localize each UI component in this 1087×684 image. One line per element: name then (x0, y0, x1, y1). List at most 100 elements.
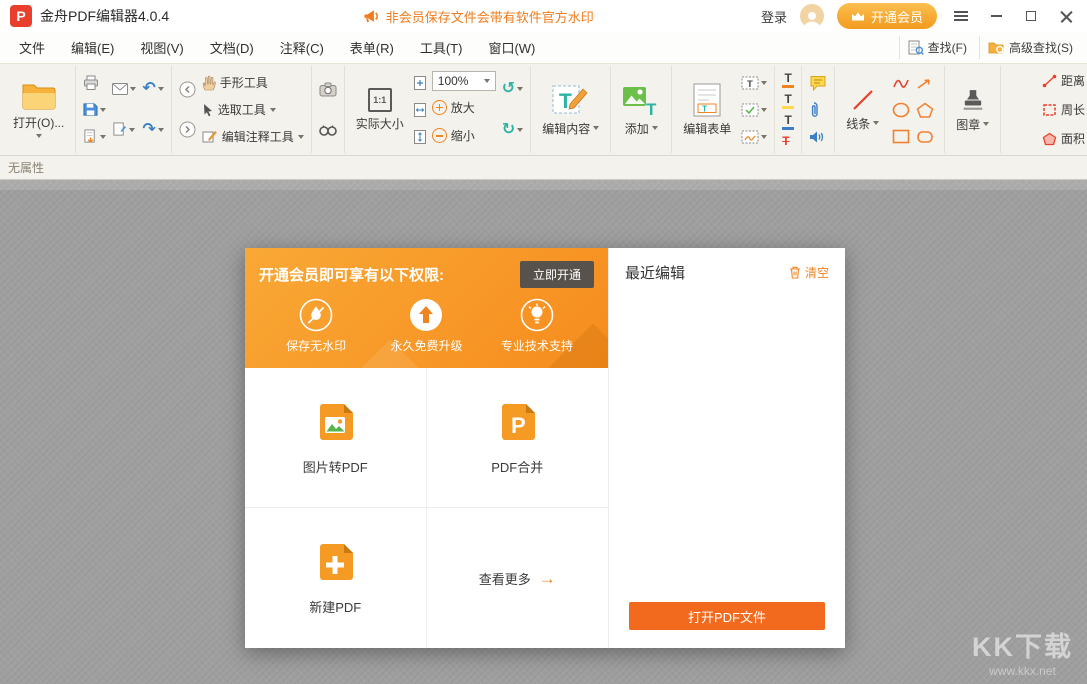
previous-view-button[interactable] (179, 78, 196, 100)
search-document-button[interactable] (319, 119, 337, 141)
paperclip-icon (809, 101, 819, 119)
image-to-pdf-button[interactable]: 图片转PDF (245, 368, 427, 508)
pdf-merge-icon: P (495, 400, 539, 444)
attachment-button[interactable] (809, 99, 819, 121)
toolbar-group-stamp: 图章 (945, 66, 1001, 153)
save-caret-icon (100, 108, 106, 112)
measure-distance-button[interactable]: 距离 (1042, 69, 1085, 92)
form-text-field-button[interactable]: T (741, 72, 767, 94)
rotate-right-button[interactable]: ↻ (502, 119, 523, 141)
open-button[interactable]: 打开(O)... (9, 69, 68, 150)
maximize-button[interactable] (1020, 5, 1042, 27)
next-view-button[interactable] (179, 119, 196, 141)
arrow-right-icon: → (539, 570, 556, 587)
audio-comment-button[interactable] (809, 126, 825, 148)
measure-perimeter-button[interactable]: 周长 (1042, 98, 1085, 121)
new-pdf-button[interactable]: 新建PDF (245, 508, 427, 648)
pdf-merge-button[interactable]: P PDF合并 (427, 368, 609, 508)
vip-button-label: 开通会员 (871, 7, 923, 26)
login-link[interactable]: 登录 (761, 7, 787, 26)
underline-button[interactable]: T (782, 114, 794, 130)
clear-recent-button[interactable]: 清空 (789, 264, 829, 281)
menu-document[interactable]: 文档(D) (197, 38, 267, 57)
rotate-left-button[interactable]: ↺ (502, 78, 523, 100)
open-pdf-file-button[interactable]: 打开PDF文件 (629, 602, 825, 630)
form-signature-button[interactable] (741, 126, 767, 148)
save-button[interactable] (83, 99, 106, 121)
undo-button[interactable]: ↶ (142, 78, 163, 100)
edit-content-button[interactable]: T 编辑内容 (538, 69, 603, 150)
text-color-button[interactable]: T (782, 72, 794, 88)
measure-area-button[interactable]: 面积 (1042, 127, 1085, 150)
add-button[interactable]: T 添加 (618, 69, 664, 150)
app-logo-icon: P (10, 5, 32, 27)
polygon-tool-button[interactable] (916, 102, 934, 118)
arrow-tool-button[interactable] (916, 76, 934, 90)
highlight-button[interactable]: T (782, 93, 794, 109)
close-button[interactable] (1055, 5, 1077, 27)
menu-comment[interactable]: 注释(C) (267, 38, 337, 57)
zoom-level-select[interactable]: 100% (432, 71, 496, 91)
menu-file[interactable]: 文件 (6, 38, 58, 57)
open-caret-icon (36, 134, 42, 138)
rectangle-tool-button[interactable] (892, 129, 910, 144)
fit-height-icon (414, 130, 426, 144)
avatar[interactable] (800, 4, 824, 28)
stamp-button[interactable]: 图章 (952, 69, 993, 150)
freehand-icon (892, 76, 910, 90)
comment-button[interactable] (809, 72, 827, 94)
print-button[interactable] (83, 72, 99, 94)
minimize-button[interactable] (985, 5, 1007, 27)
line-tool-button[interactable]: 线条 (842, 69, 883, 150)
redo-button[interactable]: ↷ (142, 119, 163, 141)
fit-height-button[interactable] (414, 126, 426, 148)
snapshot-button[interactable] (319, 78, 337, 100)
vip-button[interactable]: 开通会员 (837, 3, 937, 29)
fit-width-button[interactable] (414, 99, 426, 121)
annotation-tool-button[interactable]: 编辑注释工具 (202, 125, 304, 149)
fit-page-button[interactable] (414, 72, 426, 94)
mail-button[interactable] (112, 78, 136, 100)
find-button[interactable]: 查找(F) (899, 36, 975, 59)
feature-free-upgrade-label: 永久免费升级 (390, 337, 462, 354)
find-icon (908, 40, 924, 56)
activate-vip-button[interactable]: 立即开通 (520, 261, 594, 288)
select-tool-button[interactable]: 选取工具 (202, 98, 276, 122)
zoom-out-label: 缩小 (451, 127, 475, 144)
toolbar-group-open: 打开(O)... (2, 66, 76, 153)
edit-content-caret-icon (593, 126, 599, 130)
menu-edit[interactable]: 编辑(E) (58, 38, 127, 57)
new-document-button[interactable] (112, 119, 135, 141)
menu-tools[interactable]: 工具(T) (407, 38, 476, 57)
form-checkbox-button[interactable] (741, 99, 767, 121)
stamp-caret-icon (983, 122, 989, 126)
notice-text: 非会员保存文件会带有软件官方水印 (386, 7, 594, 26)
actual-size-button[interactable]: 1:1 实际大小 (352, 69, 408, 150)
circle-tool-button[interactable] (892, 102, 910, 118)
menu-window[interactable]: 窗口(W) (475, 38, 548, 57)
pencil-draw-button[interactable] (892, 76, 910, 90)
app-logo-letter: P (16, 8, 25, 24)
zoom-in-button[interactable]: 放大 (432, 95, 475, 119)
no-watermark-icon (299, 298, 333, 332)
zoom-out-icon (432, 128, 447, 143)
zoom-out-button[interactable]: 缩小 (432, 124, 475, 148)
app-window: P 金舟PDF编辑器4.0.4 非会员保存文件会带有软件官方水印 登录 (0, 0, 1087, 684)
line-caret-icon (873, 121, 879, 125)
see-more-button[interactable]: 查看更多 → (427, 508, 609, 648)
app-menu-button[interactable] (950, 5, 972, 27)
cloud-tool-button[interactable] (916, 130, 934, 144)
promo-panel: 开通会员即可享有以下权限: 立即开通 保存无水印 (245, 248, 608, 648)
edit-form-button[interactable]: T 编辑表单 (679, 69, 735, 150)
mail-caret-icon (130, 87, 136, 91)
distance-label: 距离 (1061, 72, 1085, 89)
advanced-find-button[interactable]: 高级查找(S) (979, 36, 1081, 59)
hand-tool-button[interactable]: 手形工具 (202, 71, 268, 95)
menu-form[interactable]: 表单(R) (337, 38, 407, 57)
menu-view[interactable]: 视图(V) (127, 38, 196, 57)
export-button[interactable] (83, 126, 106, 148)
strikeout-button[interactable]: T (782, 135, 789, 147)
form-signature-icon (741, 130, 759, 144)
form-text-field-icon: T (741, 76, 759, 90)
toolbar-group-navigation-tools: 手形工具 选取工具 编辑注释工具 (172, 66, 312, 153)
